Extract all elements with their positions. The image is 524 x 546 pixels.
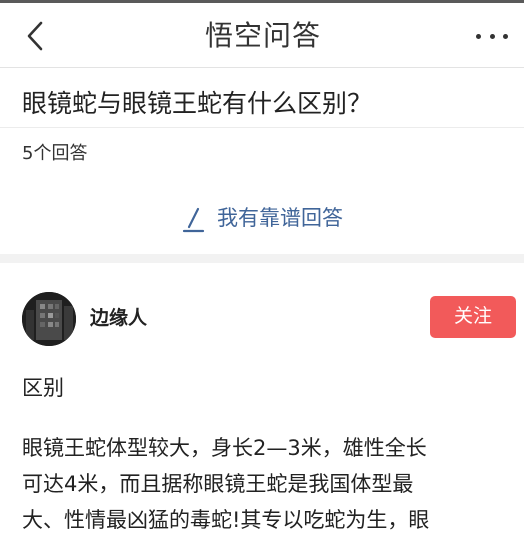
chevron-left-icon bbox=[27, 21, 43, 51]
header-divider bbox=[0, 67, 524, 68]
app-logo: 悟空问答 bbox=[205, 17, 321, 55]
logo-text-da: 答 bbox=[292, 19, 322, 52]
back-button[interactable] bbox=[18, 17, 52, 55]
question-title: 眼镜蛇与眼镜王蛇有什么区别？ bbox=[22, 89, 373, 118]
logo-text-wukong: 悟空 bbox=[205, 19, 264, 52]
logo-text-wen: 问 bbox=[263, 19, 293, 52]
pen-icon bbox=[182, 207, 205, 233]
top-nav-bar: 悟空问答 bbox=[0, 3, 524, 67]
avatar-image bbox=[22, 292, 76, 346]
answer-paragraph: 眼镜王蛇体型较大，身长2—3米，雄性全长 可达4米，而且据称眼镜王蛇是我国体型最… bbox=[22, 436, 430, 532]
write-answer-button[interactable]: 我有靠谱回答 bbox=[0, 198, 524, 238]
avatar[interactable] bbox=[22, 292, 76, 346]
more-dot-icon bbox=[489, 33, 495, 39]
more-dot-icon bbox=[503, 33, 508, 39]
answer-count: 5个回答 bbox=[22, 143, 88, 164]
section-gap bbox=[0, 254, 524, 263]
author-name[interactable]: 边缘人 bbox=[90, 304, 147, 332]
question-divider bbox=[0, 127, 524, 128]
more-button[interactable] bbox=[472, 19, 512, 53]
write-answer-label: 我有靠谱回答 bbox=[217, 206, 343, 230]
more-dot-icon bbox=[476, 33, 481, 39]
follow-button[interactable]: 关注 bbox=[430, 296, 516, 338]
answer-content: 区别 眼镜王蛇体型较大，身长2—3米，雄性全长 可达4米，而且据称眼镜王蛇是我国… bbox=[22, 370, 522, 538]
answer-heading: 区别 bbox=[22, 376, 64, 400]
answer-author-row: 边缘人 关注 bbox=[0, 290, 524, 348]
